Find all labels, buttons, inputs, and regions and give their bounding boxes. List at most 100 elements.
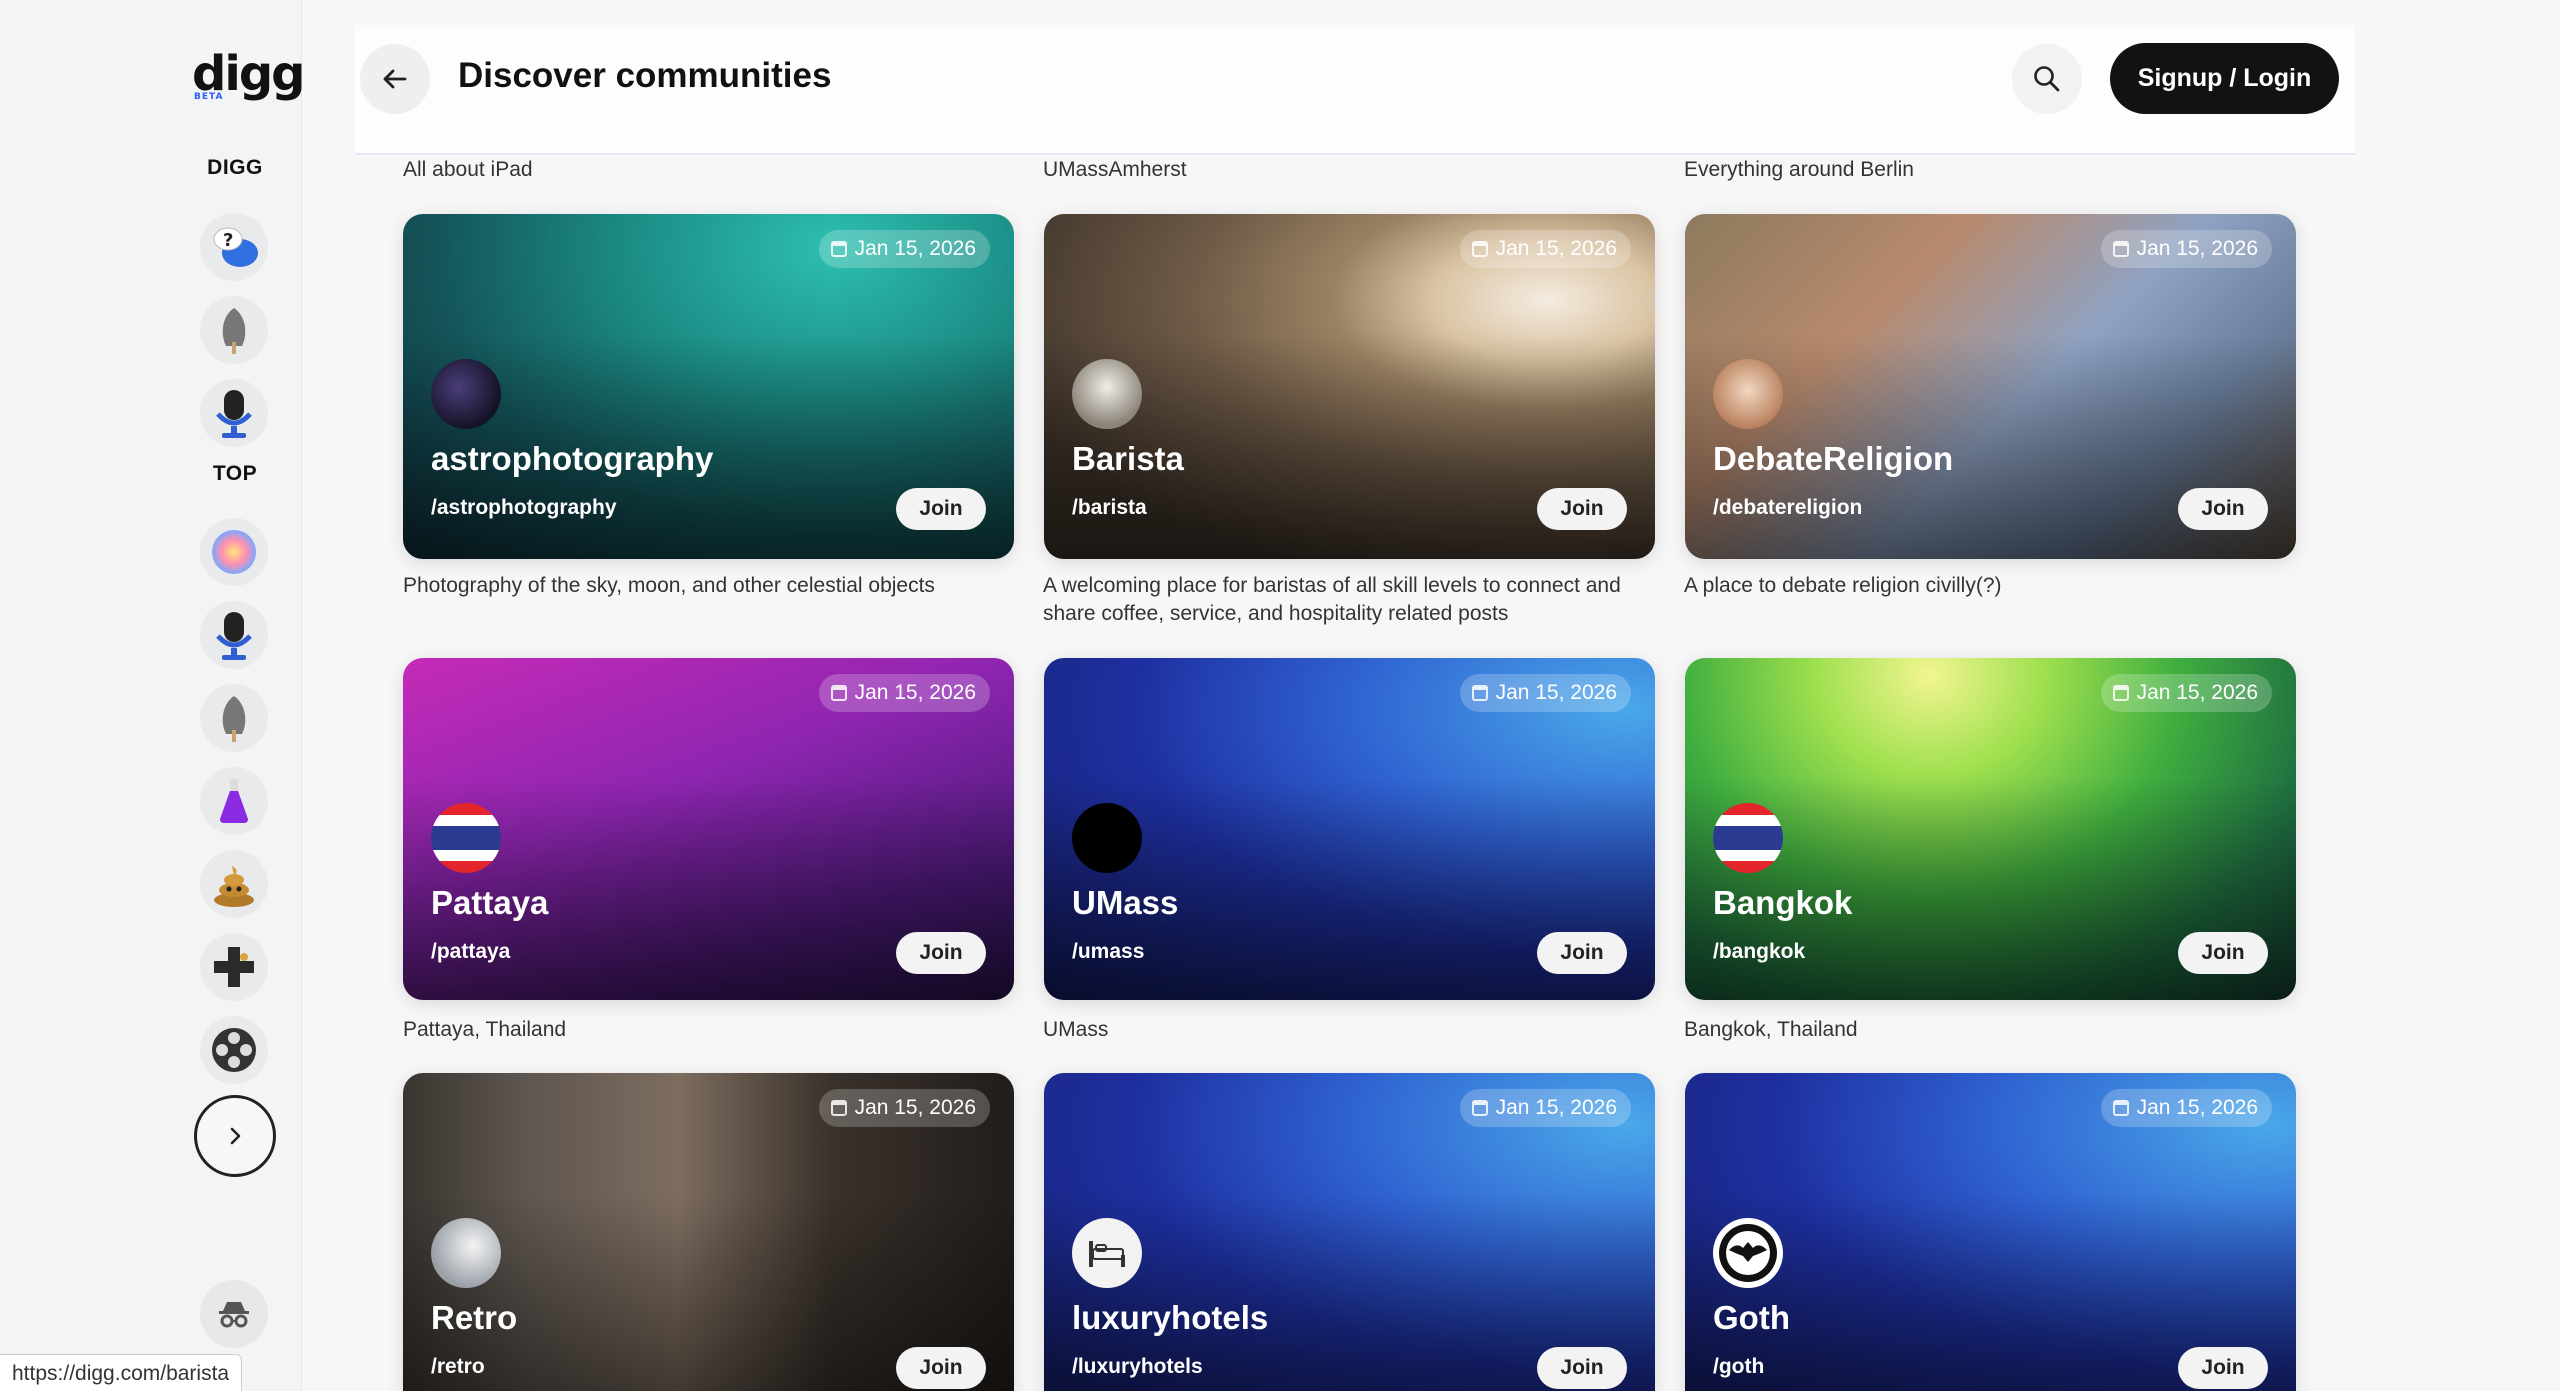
community-avatar (431, 359, 501, 429)
svg-text:?: ? (223, 230, 233, 251)
community-slug[interactable]: /pattaya (431, 940, 510, 964)
shovel-icon[interactable] (200, 296, 268, 364)
join-button[interactable]: Join (2178, 488, 2268, 530)
community-description: Everything around Berlin (1684, 158, 1914, 181)
poop-icon[interactable] (200, 850, 268, 918)
community-name: DebateReligion (1713, 440, 1954, 477)
community-slug[interactable]: /debatereligion (1713, 496, 1862, 520)
community-card[interactable]: Jan 15, 2026 Bangkok /bangkok Join (1685, 658, 2296, 1000)
community-description: UMassAmherst (1043, 158, 1187, 181)
gamepad-icon[interactable] (200, 933, 268, 1001)
section-label-top: TOP (212, 462, 258, 485)
microphone-icon[interactable] (200, 379, 268, 447)
calendar-icon (1471, 241, 1488, 257)
goth-seal-avatar (1713, 1218, 1783, 1288)
film-reel-icon[interactable] (200, 1016, 268, 1084)
community-card[interactable]: Jan 15, 2026 Retro /retro Join (403, 1073, 1014, 1391)
join-button[interactable]: Join (2178, 932, 2268, 974)
sparkle-orb-icon[interactable] (200, 518, 268, 586)
join-button[interactable]: Join (1537, 488, 1627, 530)
bat-seal-icon (1719, 1224, 1777, 1282)
date-badge: Jan 15, 2026 (1459, 230, 1631, 268)
hotel-bed-avatar (1072, 1218, 1142, 1288)
community-slug[interactable]: /astrophotography (431, 496, 617, 520)
shovel-icon[interactable] (200, 684, 268, 752)
calendar-icon (830, 241, 847, 257)
community-card[interactable]: Jan 15, 2026 Pattaya /pattaya Join (403, 658, 1014, 1000)
date-badge: Jan 15, 2026 (818, 230, 990, 268)
community-description: All about iPad (403, 158, 533, 181)
incognito-icon (219, 1302, 249, 1328)
date-badge: Jan 15, 2026 (818, 1089, 990, 1127)
community-slug[interactable]: /bangkok (1713, 940, 1805, 964)
community-card[interactable]: Jan 15, 2026 astrophotography /astrophot… (403, 214, 1014, 559)
date-badge: Jan 15, 2026 (2100, 230, 2272, 268)
calendar-icon (830, 1100, 847, 1116)
community-description: Pattaya, Thailand (403, 1018, 567, 1041)
community-description: A place to debate religion civilly(?) (1684, 574, 2002, 597)
date-badge: Jan 15, 2026 (2100, 1089, 2272, 1127)
back-button[interactable] (360, 44, 430, 114)
community-avatar (1072, 359, 1142, 429)
question-chat-icon[interactable]: ? (200, 213, 268, 281)
calendar-icon (2112, 1100, 2129, 1116)
thailand-flag-avatar (1713, 803, 1783, 873)
community-name: Pattaya (431, 884, 549, 921)
community-name: Bangkok (1713, 884, 1853, 921)
incognito-button[interactable] (200, 1280, 268, 1348)
calendar-icon (1471, 685, 1488, 701)
community-slug[interactable]: /luxuryhotels (1072, 1355, 1203, 1379)
join-button[interactable]: Join (896, 488, 986, 530)
calendar-icon (2112, 241, 2129, 257)
community-name: astrophotography (431, 440, 714, 477)
community-card[interactable]: Jan 15, 2026 UMass /umass Join (1044, 658, 1655, 1000)
community-name: Goth (1713, 1299, 1790, 1336)
community-description: UMass (1043, 1018, 1109, 1041)
signup-login-button[interactable]: Signup / Login (2110, 43, 2339, 114)
community-slug[interactable]: /goth (1713, 1355, 1764, 1379)
community-slug[interactable]: /umass (1072, 940, 1144, 964)
microphone-icon[interactable] (200, 601, 268, 669)
digg-logo[interactable]: digg BETA (192, 50, 306, 102)
calendar-icon (2112, 685, 2129, 701)
calendar-icon (830, 685, 847, 701)
sidebar: digg BETA DIGG ? TOP (0, 0, 306, 1391)
join-button[interactable]: Join (1537, 1347, 1627, 1389)
community-name: UMass (1072, 884, 1179, 921)
community-name: luxuryhotels (1072, 1299, 1269, 1336)
community-name: Barista (1072, 440, 1184, 477)
community-description: A welcoming place for baristas of all sk… (1043, 574, 1621, 625)
chevron-right-icon (230, 1127, 241, 1145)
community-card[interactable]: Jan 15, 2026 Goth /goth Join (1685, 1073, 2296, 1391)
date-badge: Jan 15, 2026 (2100, 674, 2272, 712)
expand-sidebar-button[interactable] (194, 1095, 276, 1177)
community-slug[interactable]: /retro (431, 1355, 485, 1379)
page-title: Discover communities (458, 56, 832, 95)
community-avatar (1713, 359, 1783, 429)
community-slug[interactable]: /barista (1072, 496, 1147, 520)
community-description: Photography of the sky, moon, and other … (403, 574, 935, 597)
community-description: Bangkok, Thailand (1684, 1018, 1858, 1041)
calendar-icon (1471, 1100, 1488, 1116)
flask-icon[interactable] (200, 767, 268, 835)
search-icon (2034, 66, 2060, 92)
join-button[interactable]: Join (896, 1347, 986, 1389)
community-avatar (1072, 803, 1142, 873)
thailand-flag-avatar (431, 803, 501, 873)
arrow-left-icon (383, 69, 407, 89)
section-label-digg: DIGG (207, 156, 263, 179)
status-bar-url: https://digg.com/barista (0, 1354, 243, 1391)
community-card[interactable]: Jan 15, 2026 Barista /barista Join (1044, 214, 1655, 559)
join-button[interactable]: Join (1537, 932, 1627, 974)
community-card[interactable]: Jan 15, 2026 luxuryhotels /luxuryhotels … (1044, 1073, 1655, 1391)
date-badge: Jan 15, 2026 (1459, 674, 1631, 712)
search-button[interactable] (2012, 44, 2082, 114)
community-name: Retro (431, 1299, 518, 1336)
community-avatar (431, 1218, 501, 1288)
community-card[interactable]: Jan 15, 2026 DebateReligion /debaterelig… (1685, 214, 2296, 559)
beta-badge: BETA (194, 92, 224, 102)
join-button[interactable]: Join (896, 932, 986, 974)
date-badge: Jan 15, 2026 (1459, 1089, 1631, 1127)
bed-icon (1089, 1241, 1125, 1267)
join-button[interactable]: Join (2178, 1347, 2268, 1389)
